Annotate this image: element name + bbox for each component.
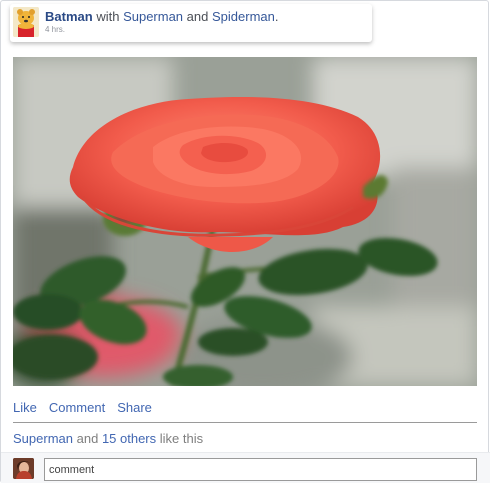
with-text: with	[96, 9, 120, 24]
likes-suffix-text: like this	[159, 431, 204, 446]
liker-superman-link[interactable]: Superman	[13, 431, 73, 446]
post-timestamp[interactable]: 4 hrs.	[45, 25, 279, 35]
post-headline: Batman with Superman and Spiderman.	[45, 9, 279, 25]
rose-photo-image	[13, 57, 477, 386]
like-button[interactable]: Like	[13, 400, 37, 422]
commenter-avatar[interactable]	[13, 458, 34, 479]
comment-button[interactable]: Comment	[49, 400, 105, 422]
user-avatar-icon	[13, 458, 34, 479]
share-button[interactable]: Share	[117, 400, 152, 422]
tagged-user-spiderman[interactable]: Spiderman	[212, 9, 275, 24]
comment-input[interactable]	[44, 458, 477, 481]
likes-others-link[interactable]: 15 others	[102, 431, 156, 446]
post-photo[interactable]	[13, 57, 477, 386]
likes-and-text: and	[76, 431, 99, 446]
author-name-link[interactable]: Batman	[45, 9, 93, 24]
comment-row	[1, 452, 490, 483]
author-avatar[interactable]	[13, 7, 39, 37]
post-actions: Like Comment Share	[13, 400, 477, 422]
post-header: Batman with Superman and Spiderman. 4 hr…	[10, 4, 372, 42]
pooh-avatar-icon	[13, 7, 39, 37]
post-header-text: Batman with Superman and Spiderman. 4 hr…	[45, 9, 279, 35]
likes-summary: Superman and 15 others like this	[13, 431, 203, 446]
post-card: Batman with Superman and Spiderman. 4 hr…	[0, 0, 490, 483]
tagged-user-superman[interactable]: Superman	[123, 9, 183, 24]
and-text: and	[186, 9, 209, 24]
headline-period: .	[274, 9, 279, 24]
actions-divider	[13, 422, 477, 423]
